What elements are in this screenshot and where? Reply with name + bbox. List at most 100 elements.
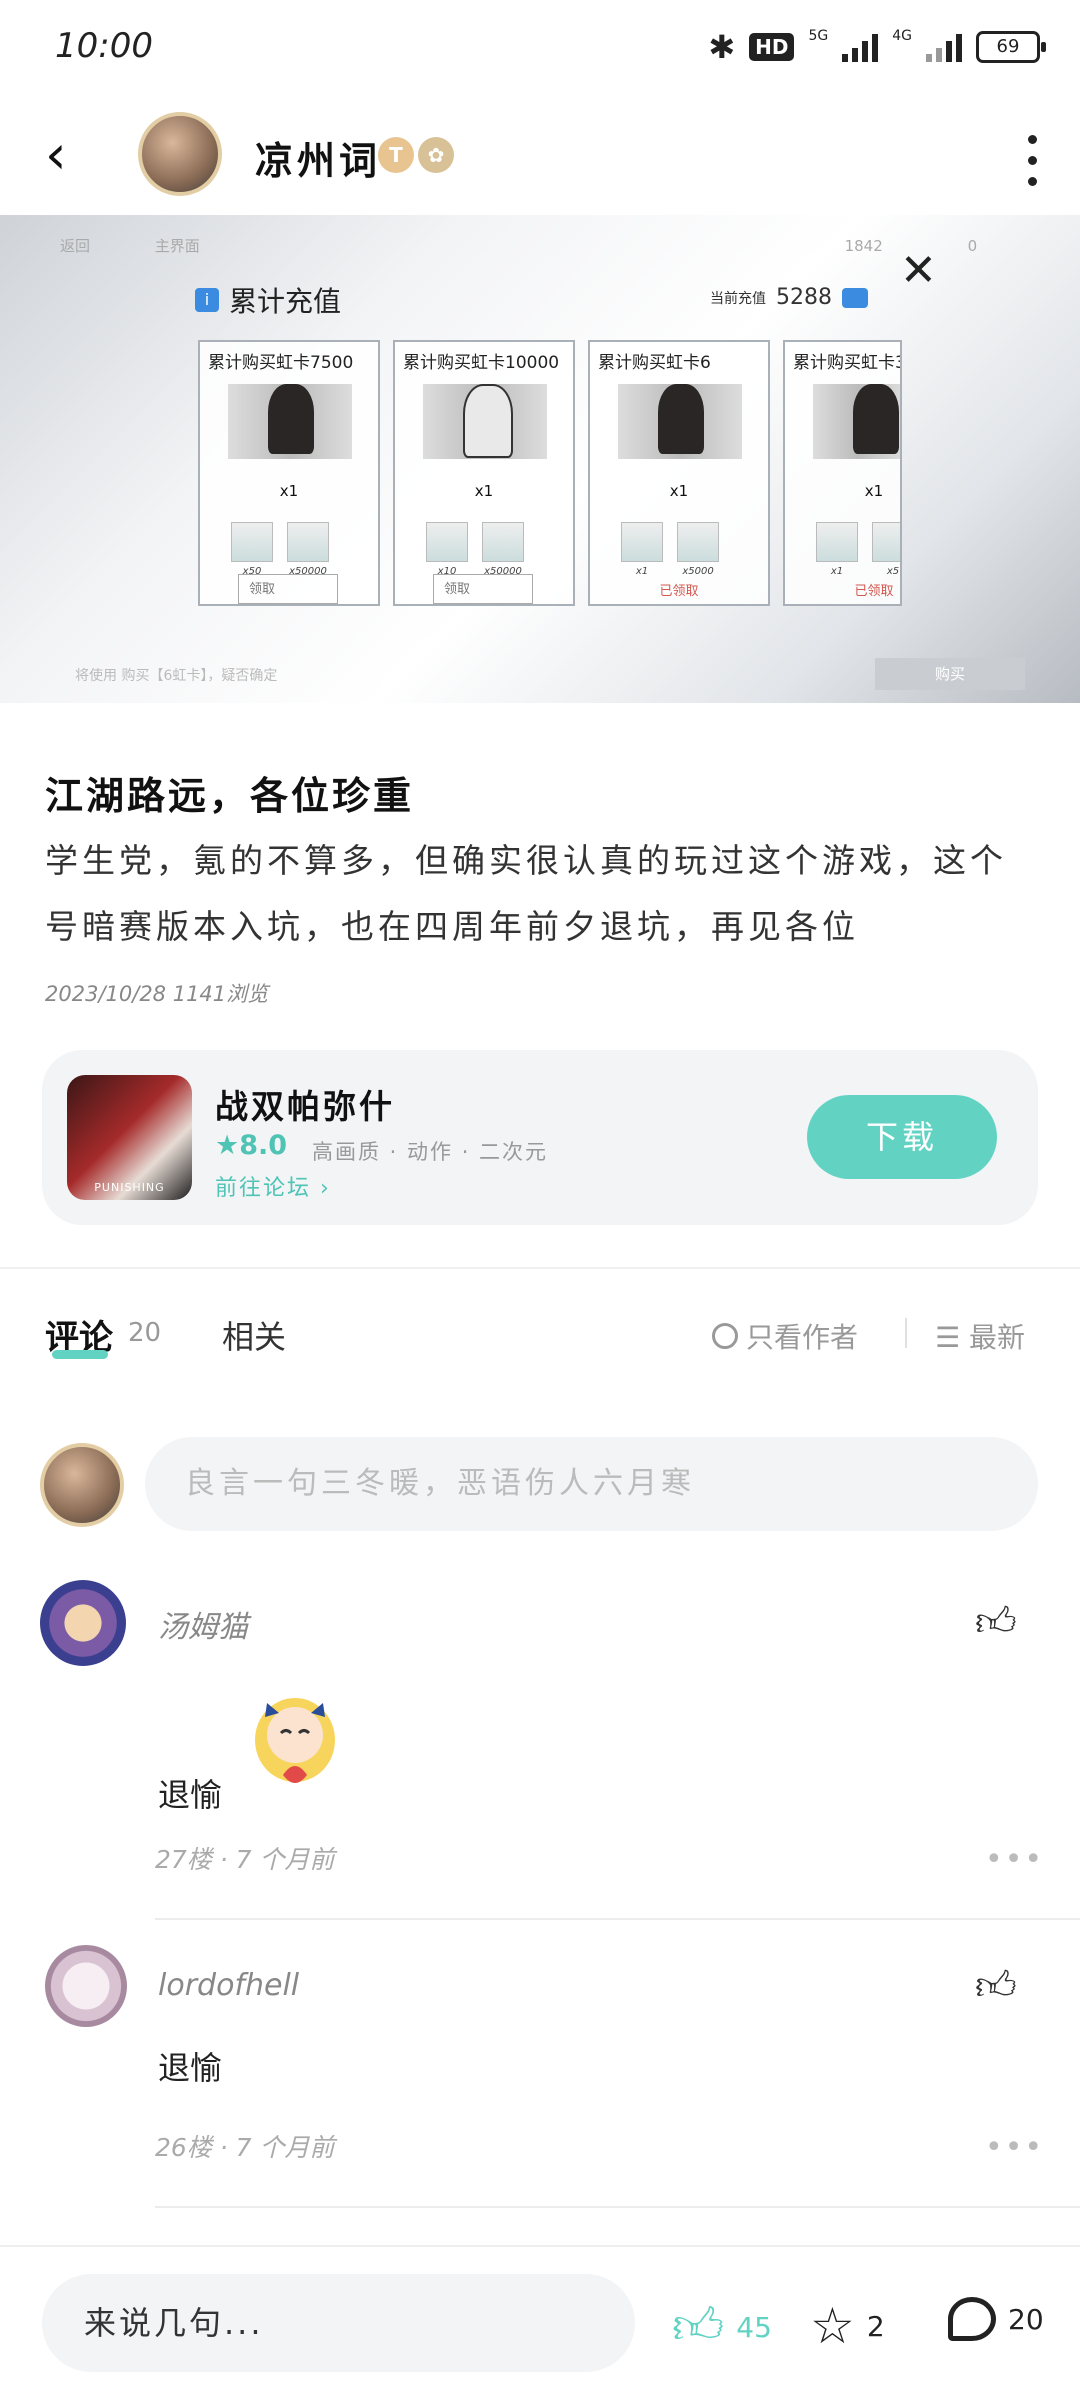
back-button[interactable]: ‹ [45, 125, 85, 185]
claim-button: 领取 [433, 574, 533, 604]
like-count: 45 [736, 2310, 772, 2344]
commenter-avatar[interactable] [40, 1580, 126, 1666]
character-image [813, 384, 900, 459]
commenter-name[interactable]: 汤姆猫 [158, 1602, 248, 1646]
close-icon: ✕ [900, 245, 937, 296]
game-card[interactable]: PUNISHING 战双帕弥什 ★8.0 高画质 · 动作 · 二次元 前往论坛… [42, 1050, 1038, 1225]
download-button[interactable]: 下载 [807, 1095, 997, 1179]
chevron-right-icon: › [320, 1176, 331, 1201]
radio-icon [712, 1323, 738, 1349]
reward-items: x50 x50000 [230, 522, 330, 577]
comment-input[interactable]: 良言一句三冬暖，恶语伤人六月寒 [145, 1437, 1038, 1531]
commenter-avatar[interactable] [45, 1945, 127, 2027]
claimed-label: 已领取 [659, 584, 699, 599]
reward-card: 累计购买虹卡3 x1 x1 x5 已领取 [783, 340, 902, 606]
sticker-image [255, 1698, 335, 1783]
game-back-label: 返回 [60, 237, 91, 255]
game-icon[interactable]: PUNISHING [67, 1075, 192, 1200]
current-recharge: 当前充值 5288 [710, 285, 868, 310]
comments-count: 20 [128, 1318, 162, 1348]
current-recharge-label: 当前充值 [710, 290, 766, 307]
game-topbar: 返回 主界面 1842 0 [60, 235, 977, 256]
only-author-label: 只看作者 [746, 1321, 859, 1354]
commenter-name[interactable]: lordofhell [158, 1968, 299, 2003]
comment-text: 退愉 [158, 1776, 223, 1814]
comment-button[interactable]: 20 [948, 2297, 1044, 2341]
tab-related[interactable]: 相关 [222, 1312, 286, 1358]
reward-item: x5 [871, 522, 900, 577]
eye-icon [842, 287, 868, 308]
network-4g-label: 4G [892, 28, 912, 44]
go-forum-label: 前往论坛 [215, 1176, 312, 1201]
reward-item: x50 [230, 522, 274, 577]
medal-badge-icon: ✿ [418, 137, 454, 173]
favorite-button[interactable]: ☆ 2 [810, 2297, 885, 2355]
reward-card: 累计购买虹卡10000 x1 x10 x50000 领取 [393, 340, 575, 606]
reward-qty: x1 [864, 482, 884, 500]
sort-label: 最新 [969, 1321, 1026, 1354]
author-avatar[interactable] [138, 112, 222, 196]
signal-icon [842, 32, 879, 62]
reward-card-title: 累计购买虹卡7500 [208, 353, 354, 373]
post-title: 江湖路远，各位珍重 [45, 774, 415, 818]
game-tags: 高画质 · 动作 · 二次元 [312, 1140, 549, 1164]
game-currency-2: 0 [967, 237, 978, 255]
character-image [228, 384, 352, 459]
buy-button: 购买 [875, 658, 1025, 690]
reply-input[interactable]: 来说几句... [42, 2274, 635, 2372]
star-icon: ☆ [810, 2297, 855, 2355]
reward-card: 累计购买虹卡7500 x1 x50 x50000 领取 [198, 340, 380, 606]
like-button[interactable]: 👍︎ 45 [672, 2297, 772, 2357]
like-icon[interactable]: 👍︎ [975, 1598, 1017, 1646]
reward-items: x10 x50000 [425, 522, 525, 577]
my-avatar [40, 1443, 124, 1527]
game-name[interactable]: 战双帕弥什 [215, 1080, 395, 1128]
only-author-toggle[interactable]: 只看作者 [712, 1316, 858, 1356]
claimed-label: 已领取 [854, 584, 894, 599]
status-time: 10:00 [55, 26, 153, 66]
active-tab-indicator [52, 1350, 108, 1359]
recharge-title: i 累计充值 [195, 280, 341, 320]
post-image[interactable]: 返回 主界面 1842 0 i 累计充值 当前充值 5288 ✕ 累计购买虹卡7… [0, 215, 1080, 703]
comment-meta: 27楼 · 7 个月前 [155, 1845, 335, 1874]
more-dots-icon[interactable]: ••• [985, 2130, 1044, 2165]
reward-item: x1 [815, 522, 859, 577]
recharge-title-text: 累计充值 [229, 285, 342, 318]
info-icon: i [195, 288, 219, 312]
author-name[interactable]: 凉州词 [255, 130, 381, 185]
reward-item: x50000 [286, 522, 330, 577]
hd-badge: HD [749, 33, 795, 61]
more-dots-icon[interactable]: ••• [985, 1842, 1044, 1877]
reward-card-title: 累计购买虹卡6 [598, 353, 711, 373]
bluetooth-icon: ✱ [708, 28, 736, 66]
reward-qty: x1 [279, 482, 299, 500]
status-icons: ✱ HD 5G 4G 69 [708, 28, 1046, 66]
reward-qty: x1 [669, 482, 689, 500]
reward-qty: x1 [474, 482, 494, 500]
sort-button[interactable]: ☰ 最新 [935, 1316, 1025, 1356]
comment-count: 20 [1008, 2302, 1044, 2336]
reward-card: 累计购买虹卡6 x1 x1 x5000 已领取 [588, 340, 770, 606]
post-meta: 2023/10/28 1141浏览 [45, 982, 269, 1006]
bottom-action-bar: 来说几句... 👍︎ 45 ☆ 2 20 [0, 2245, 1080, 2402]
go-forum-link[interactable]: 前往论坛 › [215, 1170, 331, 1202]
more-menu-icon[interactable] [1028, 135, 1040, 186]
like-icon[interactable]: 👍︎ [975, 1962, 1017, 2010]
status-bar: 10:00 ✱ HD 5G 4G 69 [0, 0, 1080, 95]
current-recharge-value: 5288 [776, 285, 832, 310]
comment-text: 退愉 [158, 2049, 223, 2087]
comment-bubble-icon [948, 2297, 996, 2341]
game-rating-value: 8.0 [239, 1130, 288, 1161]
reward-card-title: 累计购买虹卡10000 [403, 353, 560, 373]
signal-icon-2 [926, 32, 962, 62]
post-header: ‹ 凉州词 T ✿ [0, 95, 1080, 215]
battery-icon: 69 [976, 31, 1046, 63]
post-body: 学生党，氪的不算多，但确实很认真的玩过这个游戏，这个号暗赛版本入坑，也在四周年前… [45, 841, 1007, 946]
claim-button: 领取 [238, 574, 338, 604]
game-currency-1: 1842 [844, 237, 883, 255]
level-badge: T [378, 137, 414, 173]
network-5g-label: 5G [808, 28, 829, 44]
purchase-hint: 将使用 购买【6虹卡】，疑否确定 [75, 668, 278, 684]
game-home-label: 主界面 [154, 237, 200, 255]
reward-item: x1 [620, 522, 664, 577]
